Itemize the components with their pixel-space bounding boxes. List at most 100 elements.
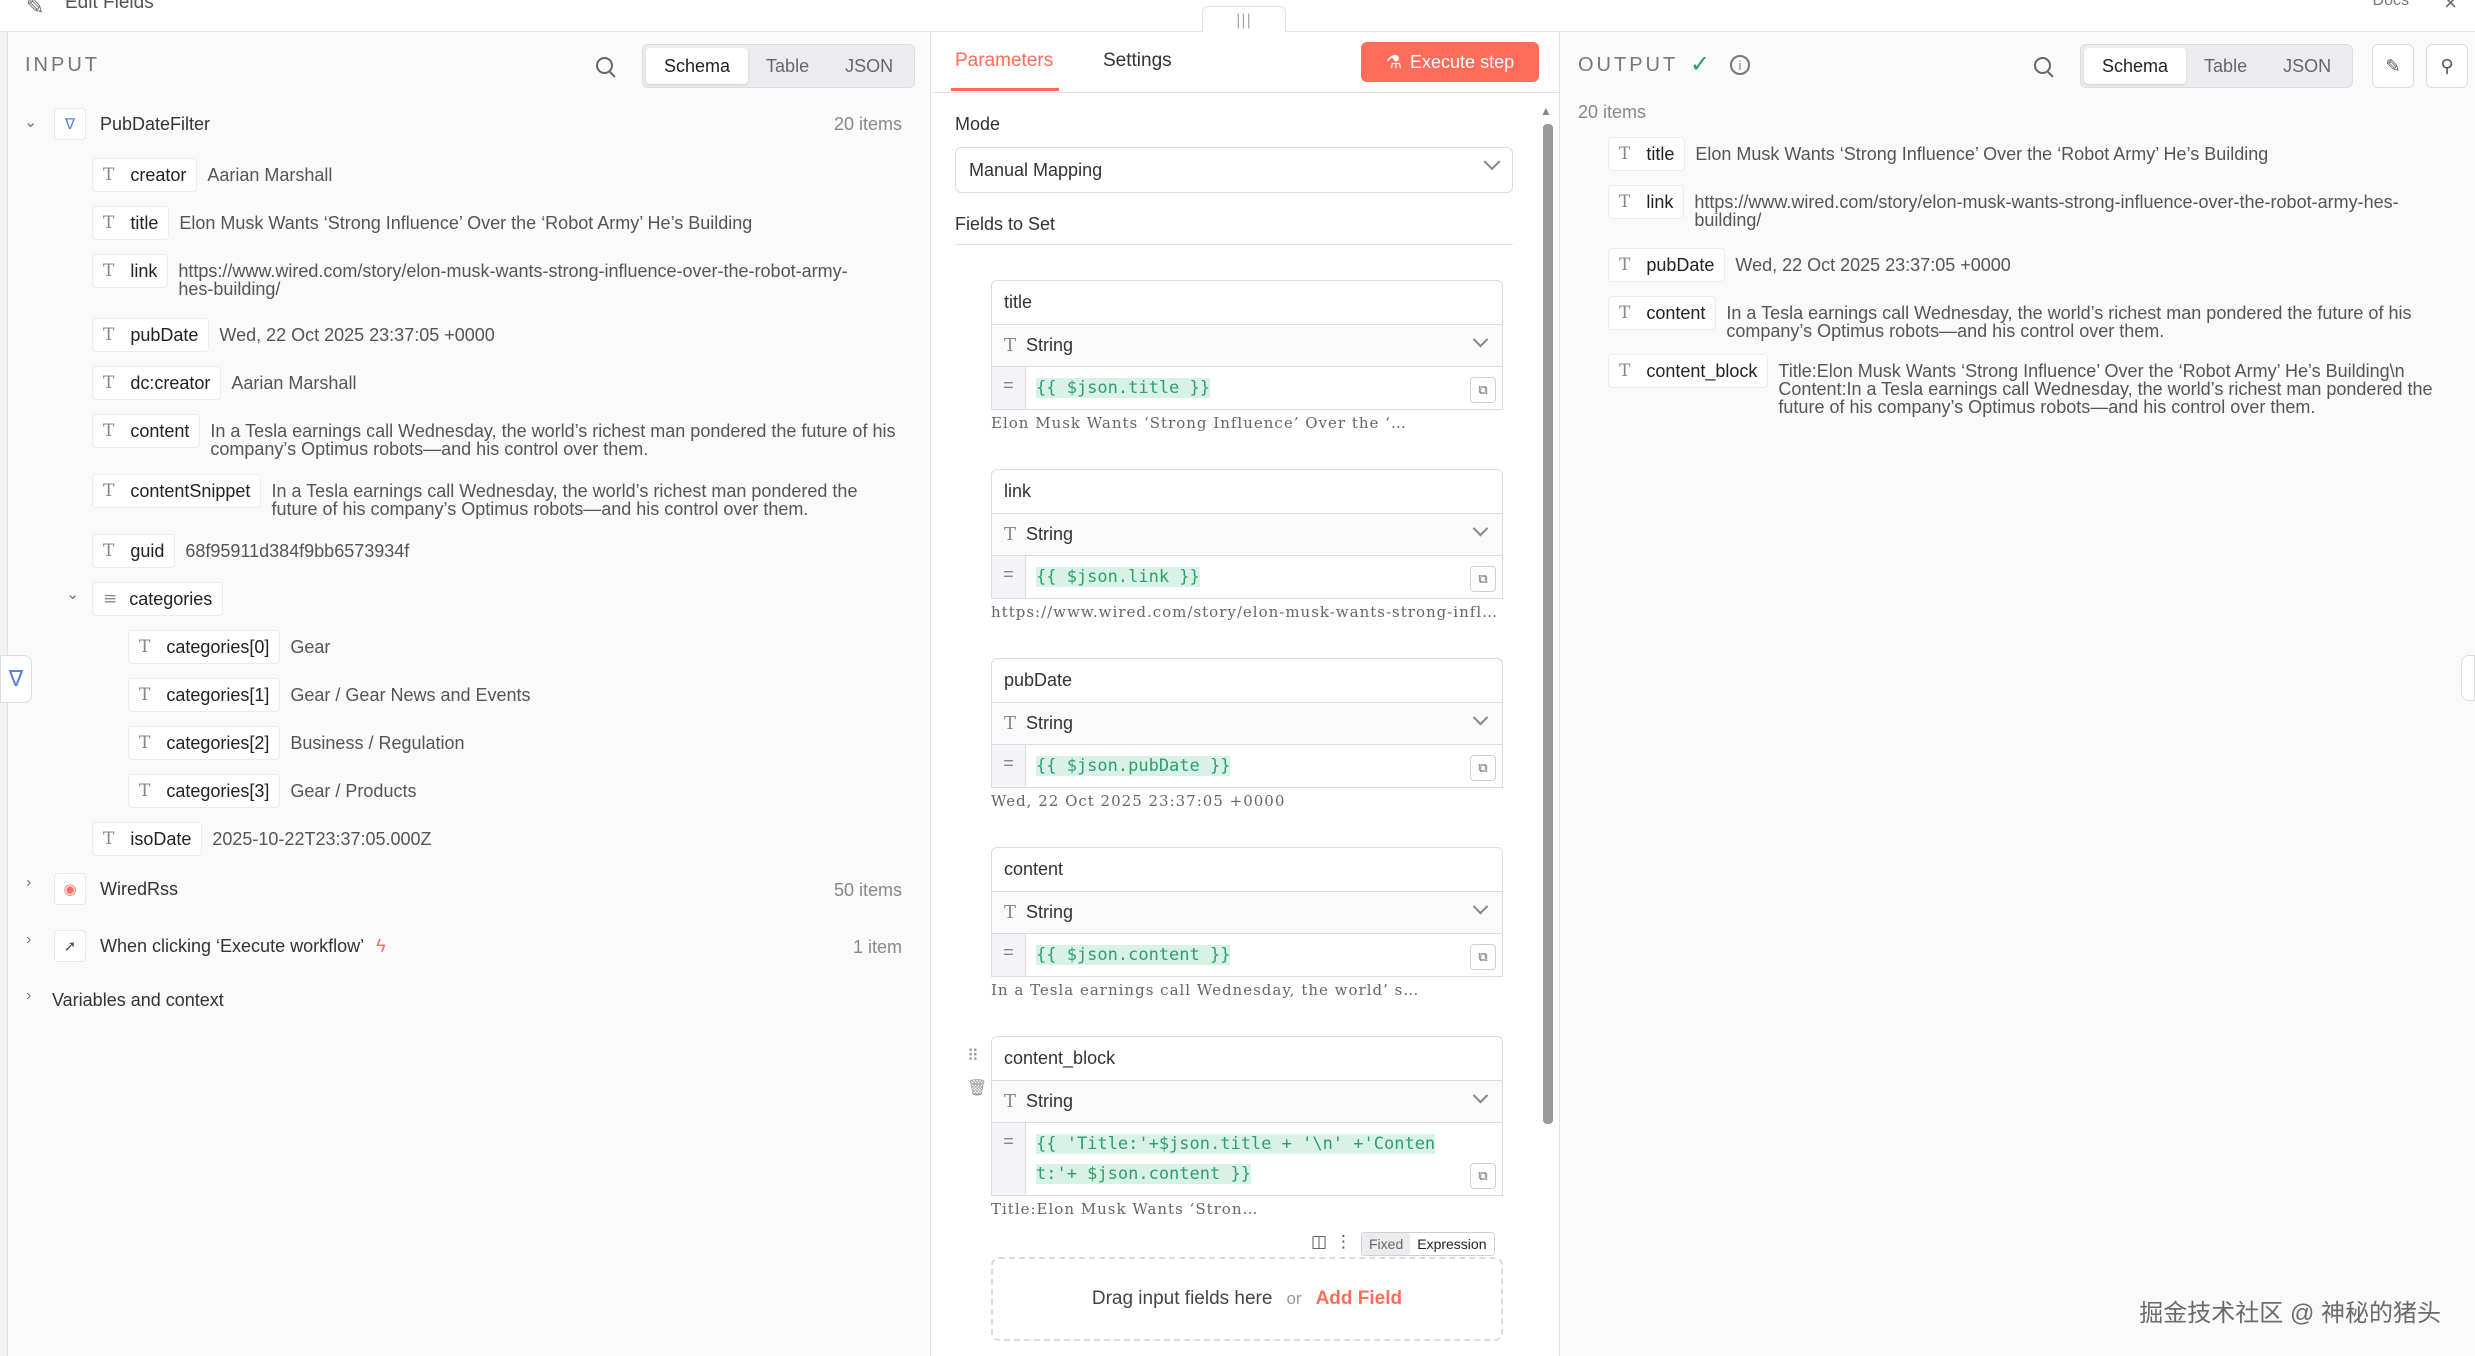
field-key[interactable]: Tcategories[2] (128, 726, 281, 760)
panel-icon[interactable]: ◫ (1311, 1232, 1327, 1252)
schema-row[interactable]: Tcategories[3] Gear / Products (128, 774, 416, 808)
open-editor-icon[interactable]: ⧉ (1470, 1163, 1496, 1189)
input-node-pubdatefilter[interactable]: ∇ PubDateFilter (54, 108, 210, 140)
expression-editor[interactable]: = {{ $json.link }} ⧉ (991, 555, 1503, 599)
output-row[interactable]: Ttitle Elon Musk Wants ‘Strong Influence… (1608, 137, 2268, 171)
schema-row[interactable]: TisoDate 2025-10-22T23:37:05.000Z (92, 822, 432, 856)
open-editor-icon[interactable]: ⧉ (1470, 944, 1496, 970)
field-key[interactable]: Tlink (1608, 185, 1685, 219)
search-icon[interactable] (595, 56, 617, 78)
field-key[interactable]: Ttitle (92, 206, 170, 240)
scrollbar[interactable] (1543, 124, 1553, 1124)
tab-parameters[interactable]: Parameters (955, 50, 1053, 72)
output-view-table[interactable]: Table (2186, 48, 2265, 84)
field-name-input[interactable]: pubDate (991, 658, 1503, 702)
execute-step-button[interactable]: ⚗ Execute step (1361, 42, 1539, 82)
node-title[interactable]: Edit Fields (65, 0, 154, 14)
chevron-right-icon[interactable]: › (26, 874, 31, 892)
expression-code[interactable]: {{ $json.content }} (1026, 934, 1240, 976)
output-row[interactable]: Tcontent In a Tesla earnings call Wednes… (1608, 296, 2446, 340)
field-key[interactable]: Tcreator (92, 158, 198, 192)
field-type-select[interactable]: T String (991, 891, 1503, 933)
field-type-select[interactable]: T String (991, 513, 1503, 555)
fixed-option[interactable]: Fixed (1362, 1233, 1411, 1255)
output-row[interactable]: Tcontent_block Title:Elon Musk Wants ‘St… (1608, 354, 2448, 416)
trash-icon[interactable]: 🗑 (967, 1078, 987, 1098)
field-key[interactable]: Ttitle (1608, 137, 1686, 171)
expression-code[interactable]: {{ $json.link }} (1026, 556, 1210, 598)
field-key[interactable]: TpubDate (1608, 248, 1726, 282)
resize-handle[interactable] (2461, 655, 2475, 701)
schema-row-categories[interactable]: ≡ categories (92, 582, 233, 616)
field-key[interactable]: Tguid (92, 534, 176, 568)
more-icon[interactable]: ⋮ (1335, 1232, 1352, 1252)
filter-icon[interactable]: ∇ (0, 655, 32, 703)
field-key[interactable]: TpubDate (92, 318, 210, 352)
variables-and-context[interactable]: Variables and context (52, 990, 224, 1011)
schema-row[interactable]: Ttitle Elon Musk Wants ‘Strong Influence… (92, 206, 922, 240)
chevron-right-icon[interactable]: › (26, 931, 31, 949)
scroll-up-icon[interactable]: ▲ (1540, 104, 1552, 118)
schema-row[interactable]: Tdc:creator Aarian Marshall (92, 366, 922, 400)
expression-code[interactable]: {{ 'Title:'+$json.title + '\n' +'Conten … (1026, 1123, 1445, 1195)
field-type-select[interactable]: T String (991, 1080, 1503, 1122)
field-type-select[interactable]: T String (991, 702, 1503, 744)
info-icon[interactable]: i (1730, 55, 1750, 75)
output-row[interactable]: TpubDate Wed, 22 Oct 2025 23:37:05 +0000 (1608, 248, 2011, 282)
drag-handle-icon[interactable]: ⠿ (967, 1046, 979, 1066)
output-view-json[interactable]: JSON (2265, 48, 2349, 84)
field-key[interactable]: Tlink (92, 254, 169, 288)
panel-drag-handle[interactable]: ||| (1202, 6, 1286, 34)
input-view-schema[interactable]: Schema (646, 48, 749, 84)
schema-row[interactable]: Tcontent In a Tesla earnings call Wednes… (92, 414, 922, 458)
field-name-input[interactable]: link (991, 469, 1503, 513)
open-editor-icon[interactable]: ⧉ (1470, 755, 1496, 781)
field-key[interactable]: Tcontent (1608, 296, 1717, 330)
field-key[interactable]: Tcategories[0] (128, 630, 281, 664)
field-key[interactable]: TisoDate (92, 822, 203, 856)
field-key[interactable]: Tcontent_block (1608, 354, 1769, 388)
expression-code[interactable]: {{ $json.pubDate }} (1026, 745, 1240, 787)
schema-row[interactable]: TcontentSnippet In a Tesla earnings call… (92, 474, 922, 518)
tab-settings[interactable]: Settings (1103, 50, 1172, 72)
close-icon[interactable]: × (2444, 0, 2457, 16)
edit-output-button[interactable]: ✎ (2372, 44, 2414, 88)
chevron-down-icon[interactable]: ⌄ (24, 112, 37, 132)
input-node-wiredrss[interactable]: ◉ WiredRss (54, 873, 178, 905)
expression-editor[interactable]: = {{ 'Title:'+$json.title + '\n' +'Conte… (991, 1122, 1503, 1196)
expression-editor[interactable]: = {{ $json.pubDate }} ⧉ (991, 744, 1503, 788)
docs-link[interactable]: Docs (2373, 0, 2409, 10)
search-icon[interactable] (2033, 56, 2055, 78)
input-view-json[interactable]: JSON (827, 48, 911, 84)
input-view-table[interactable]: Table (748, 48, 827, 84)
expression-editor[interactable]: = {{ $json.content }} ⧉ (991, 933, 1503, 977)
schema-row[interactable]: Tcategories[2] Business / Regulation (128, 726, 465, 760)
field-key[interactable]: Tcontent (92, 414, 201, 448)
mode-select[interactable]: Manual Mapping (955, 147, 1513, 193)
output-view-schema[interactable]: Schema (2084, 48, 2187, 84)
schema-row[interactable]: Tcategories[1] Gear / Gear News and Even… (128, 678, 531, 712)
field-key[interactable]: ≡ categories (92, 582, 224, 616)
open-editor-icon[interactable]: ⧉ (1470, 566, 1496, 592)
drop-zone[interactable]: Drag input fields here or Add Field (991, 1257, 1503, 1341)
expression-option[interactable]: Expression (1410, 1233, 1494, 1255)
expression-code[interactable]: {{ $json.title }} (1026, 367, 1220, 409)
schema-row[interactable]: TpubDate Wed, 22 Oct 2025 23:37:05 +0000 (92, 318, 922, 352)
field-key[interactable]: Tcategories[1] (128, 678, 281, 712)
field-key[interactable]: Tcategories[3] (128, 774, 281, 808)
schema-row[interactable]: Tguid 68f95911d384f9bb6573934f (92, 534, 922, 568)
field-name-input[interactable]: title (991, 280, 1503, 324)
output-row[interactable]: Tlink https://www.wired.com/story/elon-m… (1608, 185, 2434, 229)
schema-row[interactable]: Tcreator Aarian Marshall (92, 158, 922, 192)
chevron-down-icon[interactable]: ⌄ (66, 584, 79, 604)
add-field-button[interactable]: Add Field (1316, 1288, 1403, 1310)
chevron-right-icon[interactable]: › (26, 987, 31, 1005)
schema-row[interactable]: Tcategories[0] Gear (128, 630, 330, 664)
input-node-manual-trigger[interactable]: ➚ When clicking ‘Execute workflow’ ϟ (54, 930, 386, 962)
schema-row[interactable]: Tlink https://www.wired.com/story/elon-m… (92, 254, 922, 298)
expression-editor[interactable]: = {{ $json.title }} ⧉ (991, 366, 1503, 410)
field-key[interactable]: TcontentSnippet (92, 474, 262, 508)
open-editor-icon[interactable]: ⧉ (1470, 377, 1496, 403)
field-name-input[interactable]: content_block (991, 1036, 1503, 1080)
pin-data-button[interactable]: ⚲ (2426, 44, 2468, 88)
